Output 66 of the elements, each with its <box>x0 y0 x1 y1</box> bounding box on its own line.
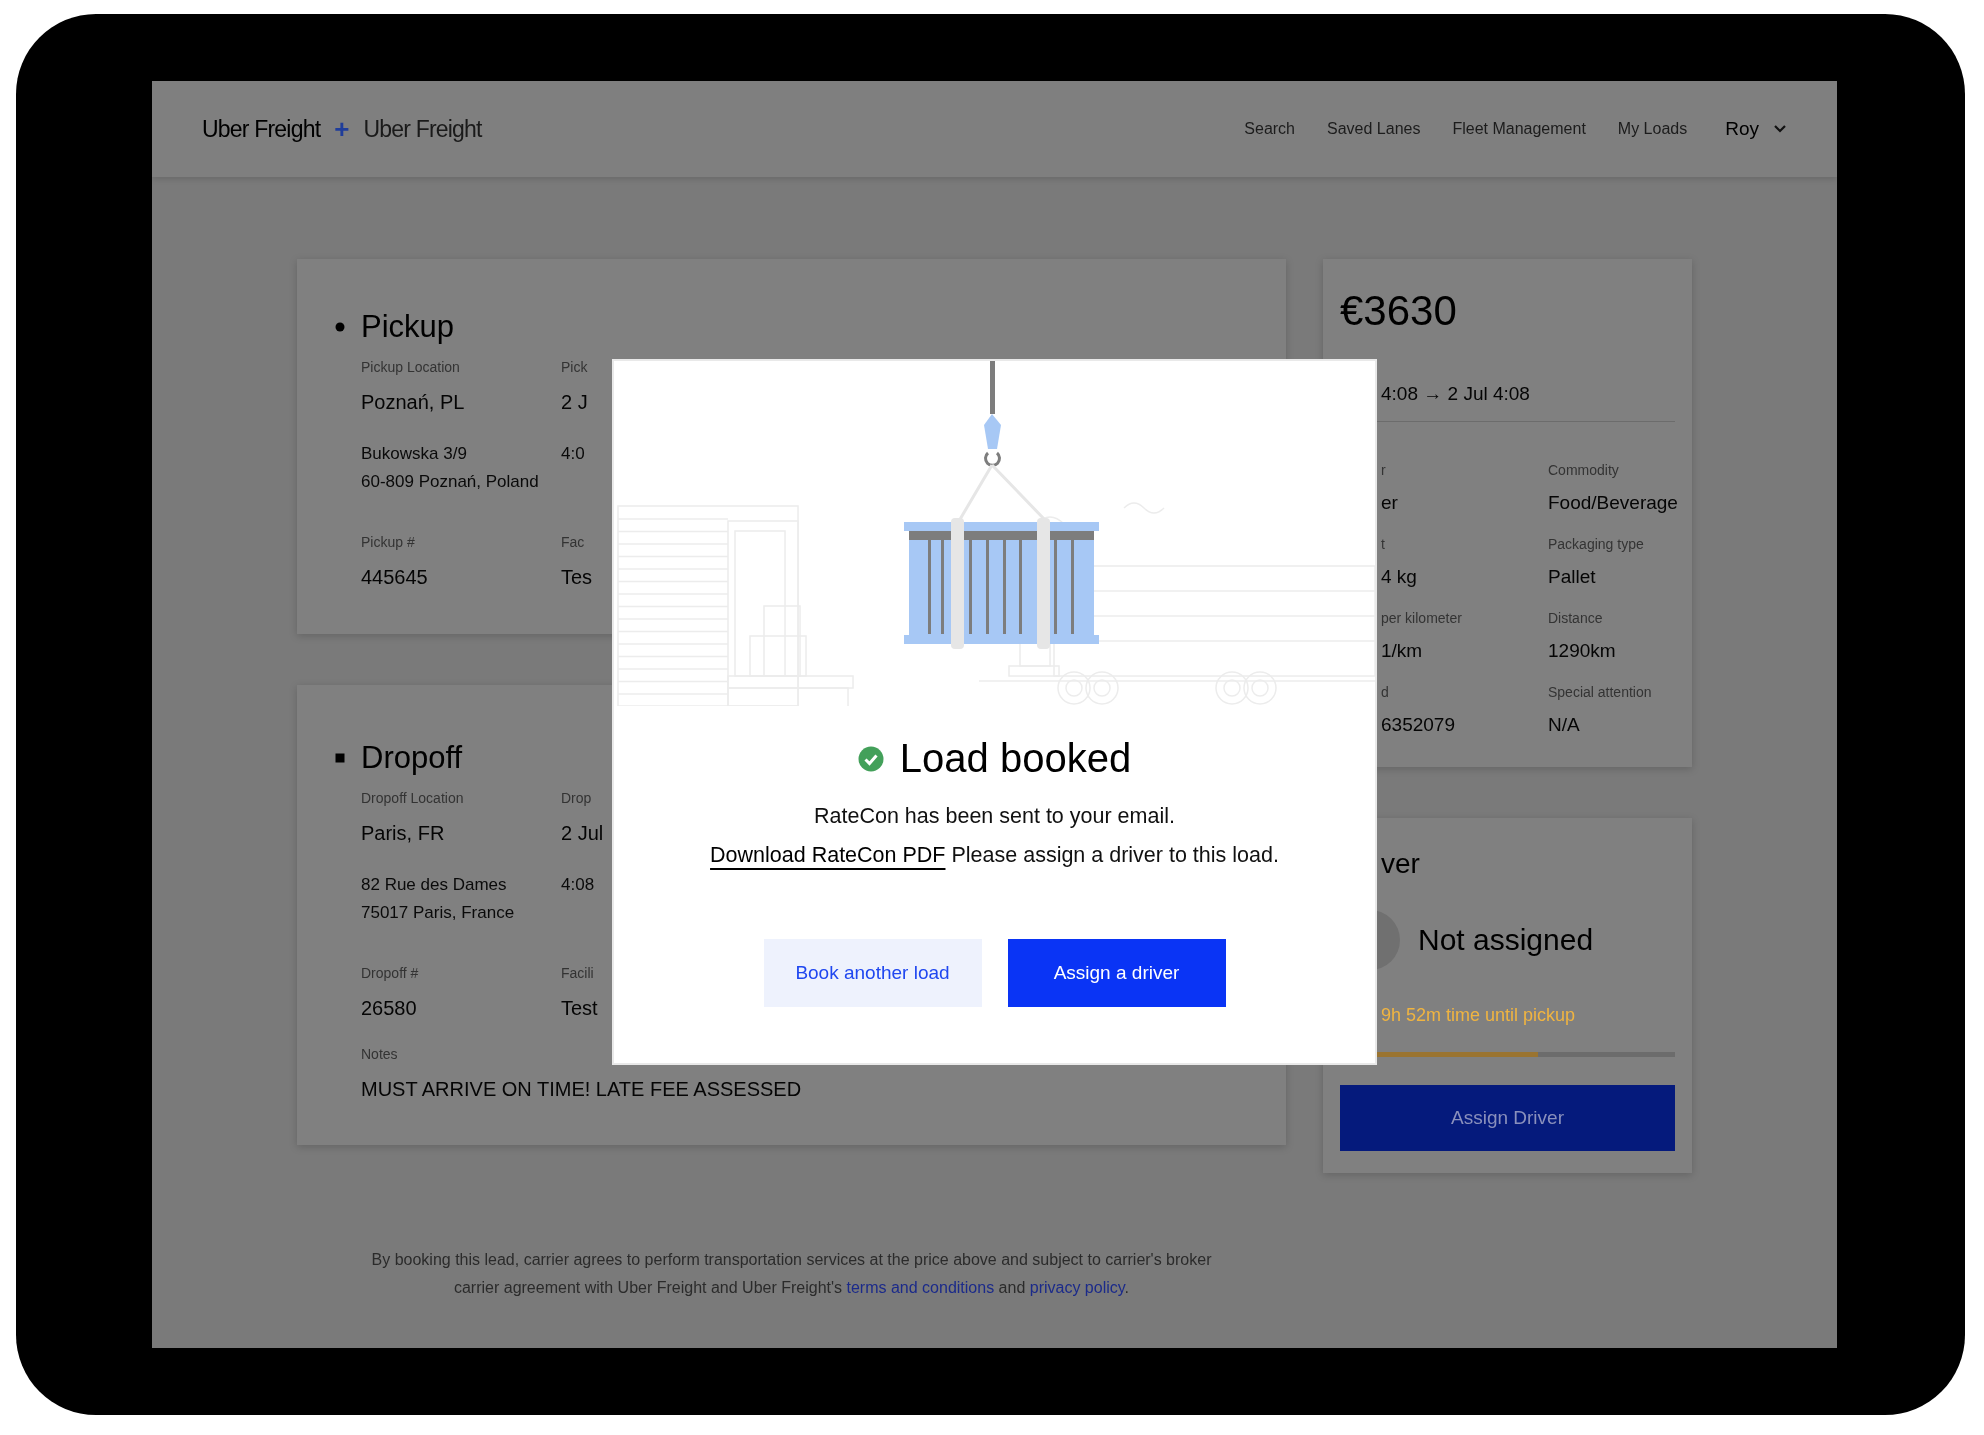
chevron-down-icon <box>1773 124 1787 134</box>
assign-driver-button[interactable]: Assign Driver <box>1340 1085 1675 1151</box>
brand-logo-text: Uber Freight <box>363 115 482 143</box>
privacy-link[interactable]: privacy policy <box>1029 1279 1125 1296</box>
field-label: Facili <box>561 965 595 983</box>
nav-link[interactable]: Fleet Management <box>1452 120 1586 138</box>
field-value: 1/km <box>1381 640 1424 662</box>
field-label: Dropoff # <box>361 965 420 983</box>
field-value: 6352079 <box>1381 714 1456 736</box>
nav-link[interactable]: My Loads <box>1617 120 1688 138</box>
field-label: Pickup Location <box>361 359 461 377</box>
field-value: Poznań, PL <box>361 391 466 414</box>
field-label: Pick <box>561 359 589 377</box>
field-label: Packaging type <box>1548 536 1645 554</box>
dialog-message: RateCon has been sent to your email. Download RateCon PDF Please assign a driver to this load. <box>710 803 1279 869</box>
field-value: 26580 <box>361 997 418 1020</box>
legal-text: By booking this lead, carrier agrees to perform transportation services at the price above and subject to carrier's broker carrier agreement with Uber Freight and Uber Freight's terms and conditions and privacy policy. <box>370 1250 1213 1298</box>
field-label: per kilometer <box>1381 610 1463 628</box>
field-label: Notes <box>361 1046 399 1064</box>
dialog-title: Load booked <box>899 736 1132 781</box>
nav-link[interactable]: Saved Lanes <box>1327 120 1421 138</box>
section-title: ver <box>1381 848 1421 881</box>
field-value: 4 kg <box>1381 566 1418 588</box>
price-text: €3630 <box>1340 287 1458 336</box>
user-menu[interactable]: Roy <box>1719 118 1787 140</box>
section-title: Dropoff <box>361 740 463 776</box>
field-value: Food/Beverage <box>1548 492 1678 514</box>
field-value: er <box>1381 492 1399 514</box>
field-value: 2 Jul <box>561 822 605 845</box>
address-text: 4:08 <box>561 874 595 896</box>
field-value: N/A <box>1548 714 1581 736</box>
field-label: Pickup # <box>361 534 416 552</box>
field-label: d <box>1381 684 1390 702</box>
field-label: Dropoff Location <box>361 790 465 808</box>
nav-link[interactable]: Search <box>1244 120 1295 138</box>
assign-driver-button[interactable]: Assign a driver <box>1007 939 1226 1007</box>
driver-status: Not assigned <box>1418 923 1594 957</box>
terms-link[interactable]: terms and conditions <box>846 1279 995 1296</box>
field-value: 2 J <box>561 391 589 414</box>
dot-icon <box>335 322 345 332</box>
check-icon <box>857 745 884 772</box>
field-value: Pallet <box>1548 566 1597 588</box>
field-value: MUST ARRIVE ON TIME! LATE FEE ASSESSED <box>361 1078 802 1101</box>
field-label: Distance <box>1548 610 1604 628</box>
field-value: Tes <box>561 566 594 589</box>
address-text: 4:0 <box>561 443 585 465</box>
field-value: Paris, FR <box>361 822 446 845</box>
address-text: 82 Rue des Dames 75017 Paris, France <box>361 874 515 924</box>
download-link[interactable]: Download RateCon PDF <box>710 843 946 867</box>
field-label: r <box>1381 462 1387 480</box>
countdown-text: 9h 52m time until pickup <box>1381 1005 1577 1026</box>
section-title: Pickup <box>361 309 455 345</box>
field-label: Commodity <box>1548 462 1620 480</box>
plus-sign: + <box>334 113 350 145</box>
field-label: t <box>1381 536 1386 554</box>
field-value: 445645 <box>361 566 429 589</box>
field-label: Drop <box>561 790 593 808</box>
square-icon <box>335 753 345 763</box>
field-value: 1290km <box>1548 640 1617 662</box>
book-load-button[interactable]: Book another load <box>763 939 982 1007</box>
address-text: Bukowska 3/9 60-809 Poznań, Poland <box>361 443 539 493</box>
field-value: Test <box>561 997 599 1020</box>
brand-logo-text: Uber Freight <box>202 115 321 143</box>
field-label: Fac <box>561 534 586 552</box>
date-range: 4:08 → 2 Jul 4:08 <box>1381 383 1531 406</box>
field-label: Special attention <box>1548 684 1653 702</box>
